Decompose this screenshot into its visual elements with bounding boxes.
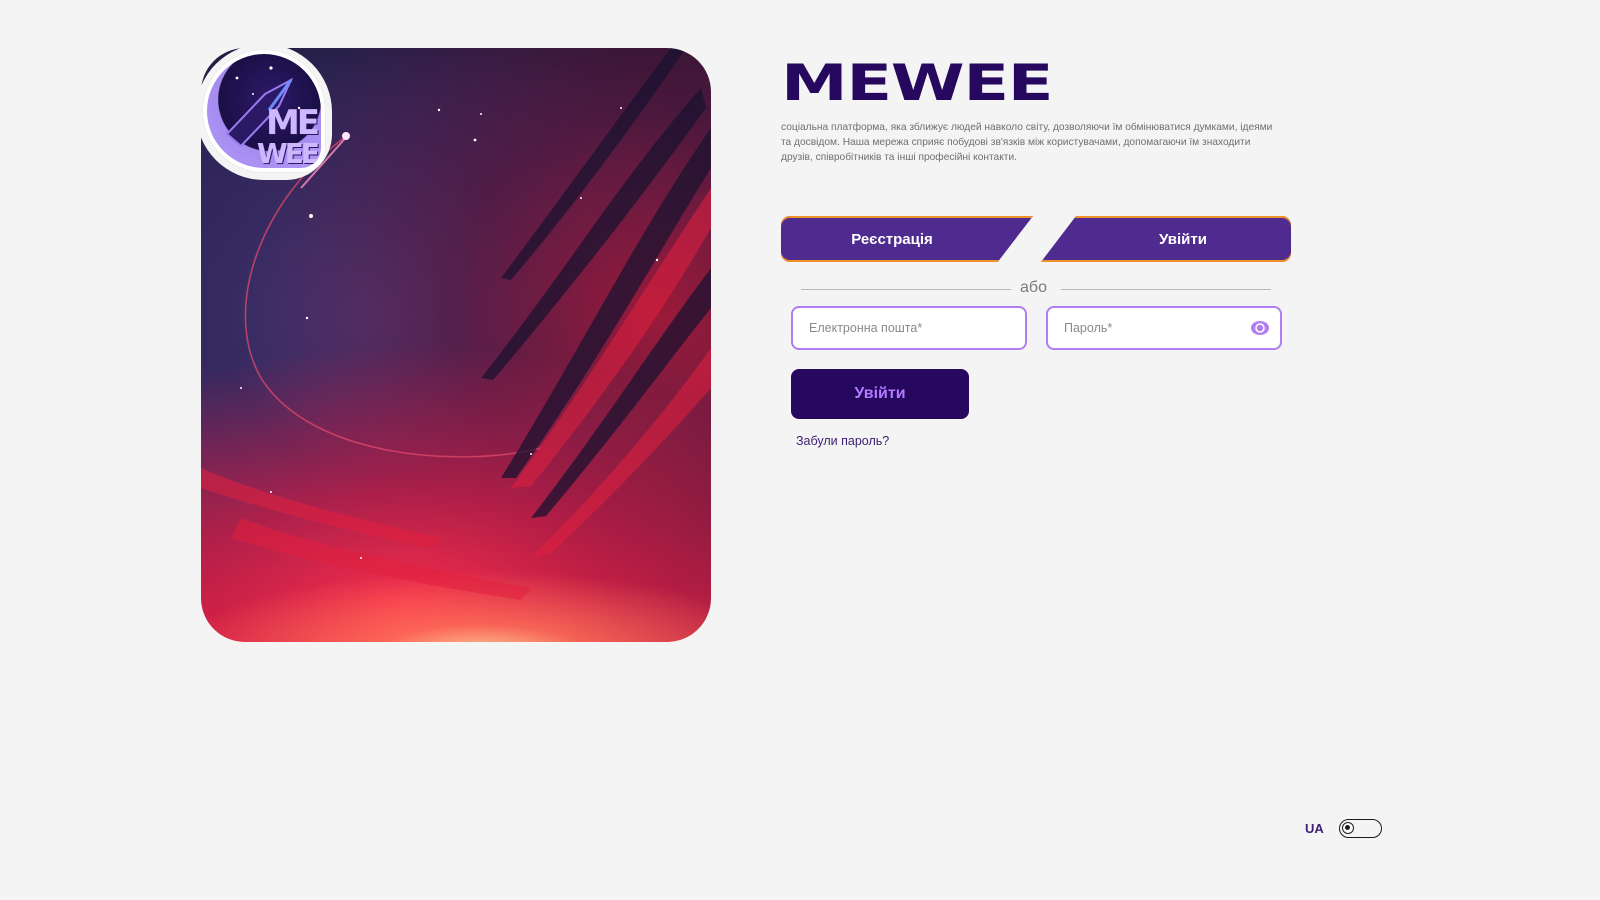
tab-login[interactable]: Увійти <box>1041 216 1291 262</box>
logo-badge-art: ME WEE <box>207 54 321 168</box>
divider-label: або <box>1020 279 1047 296</box>
email-field[interactable] <box>793 308 1025 348</box>
language-toggle[interactable] <box>1339 819 1382 838</box>
logo-badge-text-bottom: WEE <box>256 137 320 168</box>
brand-title: MEWEE <box>781 54 1054 112</box>
forgot-password-link[interactable]: Забули пароль? <box>796 434 889 448</box>
login-submit-button[interactable]: Увійти <box>791 369 969 419</box>
language-toggle-knob <box>1342 822 1354 834</box>
divider-line-left <box>801 289 1011 290</box>
tab-login-label: Увійти <box>1159 230 1207 248</box>
brand-tagline: соціальна платформа, яка зближує людей н… <box>781 122 1273 163</box>
password-field[interactable] <box>1048 308 1280 348</box>
tab-register[interactable]: Реєстрація <box>781 216 1033 262</box>
tab-register-label: Реєстрація <box>851 230 933 248</box>
divider-line-right <box>1061 289 1271 290</box>
password-field-wrapper <box>1046 306 1282 350</box>
email-field-wrapper <box>791 306 1027 350</box>
logo-badge-text-top: ME <box>265 103 320 143</box>
language-label: UA <box>1305 821 1324 836</box>
eye-icon[interactable] <box>1250 320 1270 336</box>
logo-badge: ME WEE <box>203 50 325 172</box>
